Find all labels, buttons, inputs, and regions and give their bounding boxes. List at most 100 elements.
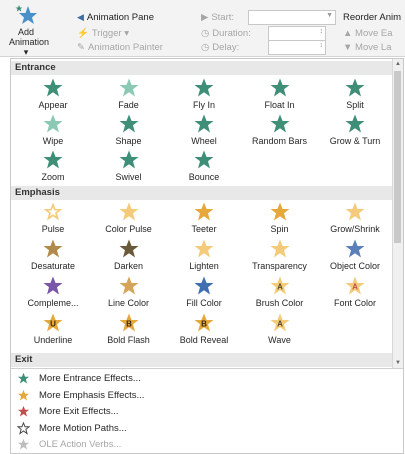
bold-flash-icon: B [91,312,167,334]
effect-desaturate[interactable]: Desaturate [15,238,91,272]
animations-ribbon: Add Animation ▾ ◀ Animation Pane ⚡ Trigg… [0,0,405,57]
effect-label: Float In [264,100,295,110]
trigger-label: Trigger ▾ [91,28,129,39]
effect-lighten[interactable]: Lighten [166,238,242,272]
effect-bounce[interactable]: Bounce [166,149,242,183]
delay-control: ◷ Delay: [201,42,239,53]
effect-fly-in[interactable]: Fly In [166,77,242,111]
gallery-scrollbar[interactable]: ▲ ▼ [392,59,403,368]
effect-complementary-color[interactable]: Compleme... [15,275,91,309]
underline-icon: U [15,312,91,334]
effect-transparency[interactable]: Transparency [242,238,318,272]
entrance-section-header: Entrance [11,61,393,75]
split-icon [317,77,393,99]
effect-shape[interactable]: Shape [91,113,167,147]
font-color-icon: A [317,275,393,297]
delay-label: Delay: [212,42,240,53]
effect-label: Underline [33,335,73,345]
effect-grow-shrink[interactable]: Grow/Shrink [317,201,393,235]
delay-spinner[interactable]: ↕ [268,40,326,55]
start-control: ▶ Start: [201,12,234,23]
effect-teeter[interactable]: Teeter [166,201,242,235]
menu-item-emphasis-star[interactable]: More Emphasis Effects... [17,389,144,402]
menu-item-ole-action[interactable]: OLE Action Verbs... [17,438,121,451]
effect-label: Teeter [191,224,217,234]
grow-turn-icon [317,113,393,135]
effect-label: Font Color [333,298,377,308]
effect-swivel[interactable]: Swivel [91,149,167,183]
lighten-icon [166,238,242,260]
effect-label: Appear [38,100,68,110]
effect-label: Compleme... [27,298,79,308]
effect-bold-reveal[interactable]: B Bold Reveal [166,312,242,346]
effect-label: Spin [270,224,289,234]
effect-random-bars[interactable]: Random Bars [242,113,318,147]
effect-line-color[interactable]: Line Color [91,275,167,309]
animation-pane-button[interactable]: ◀ Animation Pane [77,12,154,23]
clock-icon: ◷ [201,28,210,39]
move-later-button[interactable]: ▼ Move La [343,42,391,53]
svg-text:U: U [50,320,56,329]
effect-fill-color[interactable]: Fill Color [166,275,242,309]
effect-font-color[interactable]: A Font Color [317,275,393,309]
menu-item-entrance-star[interactable]: More Entrance Effects... [17,372,141,385]
teeter-icon [166,201,242,223]
effect-object-color[interactable]: Object Color [317,238,393,272]
duration-spinner[interactable]: ↕ [268,26,326,41]
desaturate-icon [15,238,91,260]
spinner-arrows-icon: ↕ [319,28,324,35]
effect-bold-flash[interactable]: B Bold Flash [91,312,167,346]
effect-label: Transparency [252,261,307,271]
scrollbar-thumb[interactable] [394,71,401,243]
float-in-icon [242,77,318,99]
effect-grow-turn[interactable]: Grow & Turn [317,113,393,147]
svg-text:A: A [277,283,283,292]
effect-label: Lighten [189,261,219,271]
effect-wipe[interactable]: Wipe [15,113,91,147]
effect-float-in[interactable]: Float In [242,77,318,111]
duration-control: ◷ Duration: [201,28,251,39]
gallery-divider [11,368,403,369]
exit-star-icon [17,405,30,418]
effect-wave[interactable]: A Wave [242,312,318,346]
effect-label: Object Color [329,261,381,271]
brush-color-icon: A [242,275,318,297]
menu-item-exit-star[interactable]: More Exit Effects... [17,405,119,418]
wheel-icon [166,113,242,135]
effect-label: Color Pulse [105,224,152,234]
effect-spin[interactable]: Spin [242,201,318,235]
effect-pulse[interactable]: Pulse [15,201,91,235]
effect-brush-color[interactable]: A Brush Color [242,275,318,309]
color-pulse-icon [91,201,167,223]
effect-zoom[interactable]: Zoom [15,149,91,183]
effect-label: Wipe [42,136,64,146]
effect-label: Fill Color [186,298,222,308]
add-animation-button[interactable]: Add Animation ▾ [9,3,49,57]
scroll-up-icon[interactable]: ▲ [393,59,403,69]
start-dropdown[interactable]: ▼ [248,10,336,25]
motion-path-star-icon [17,421,30,435]
animation-pane-label: Animation Pane [86,12,154,23]
effect-label: Darken [113,261,143,271]
reorder-animation-label: Reorder Anim [343,12,402,23]
effect-wheel[interactable]: Wheel [166,113,242,147]
animation-pane-icon: ◀ [77,12,84,22]
effect-darken[interactable]: Darken [91,238,167,272]
animation-painter-button[interactable]: ✎ Animation Painter [77,42,163,53]
effect-label: Line Color [107,298,150,308]
scroll-down-icon[interactable]: ▼ [393,358,403,368]
wipe-icon [15,113,91,135]
effect-fade[interactable]: Fade [91,77,167,111]
effect-label: Grow/Shrink [330,224,380,234]
bold-reveal-icon: B [166,312,242,334]
trigger-button[interactable]: ⚡ Trigger ▾ [77,28,129,39]
menu-item-motion-path-star[interactable]: More Motion Paths... [17,421,127,435]
move-earlier-button[interactable]: ▲ Move Ea [343,28,393,39]
effect-underline[interactable]: U Underline [15,312,91,346]
effect-label: Zoom [41,172,65,182]
trigger-icon: ⚡ [77,28,89,39]
effect-appear[interactable]: Appear [15,77,91,111]
start-label: Start: [211,12,235,23]
effect-split[interactable]: Split [317,77,393,111]
effect-color-pulse[interactable]: Color Pulse [91,201,167,235]
